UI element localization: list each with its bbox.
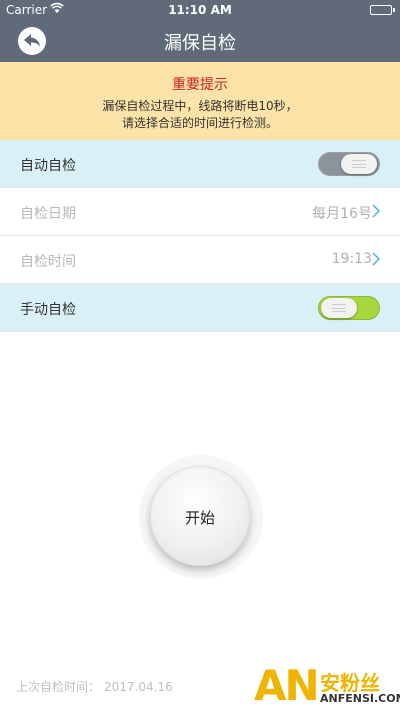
check-time-label: 自检时间 <box>20 254 76 270</box>
manual-check-row: 手动自检 <box>0 284 400 332</box>
check-date-label: 自检日期 <box>20 206 76 222</box>
page-title: 漏保自检 <box>164 33 236 54</box>
toggle-knob <box>341 154 377 174</box>
last-check-date: 2017.04.16 <box>104 680 173 694</box>
last-check-label: 上次自检时间： <box>16 680 101 694</box>
watermark-en: ANFENSI.COM <box>320 692 400 705</box>
check-time-value: 19:13 <box>331 251 372 267</box>
toggle-knob <box>321 298 357 318</box>
manual-check-toggle[interactable] <box>318 296 380 320</box>
start-button[interactable]: 开始 <box>150 466 250 566</box>
watermark-logo: AN 安粉丝 ANFENSI.COM <box>254 664 400 711</box>
status-bar: Carrier 11:10 AM <box>0 0 400 20</box>
notice-title: 重要提示 <box>172 77 228 93</box>
start-button-label: 开始 <box>184 509 215 527</box>
status-time: 11:10 AM <box>168 3 232 17</box>
notice-banner: 重要提示 漏保自检过程中，线路将断电10秒， 请选择合适的时间进行检测。 <box>0 62 400 140</box>
chevron-right-icon <box>372 204 380 218</box>
auto-check-label: 自动自检 <box>20 158 76 174</box>
notice-line-1: 漏保自检过程中，线路将断电10秒， <box>102 99 298 113</box>
check-date-value: 每月16号 <box>312 206 372 222</box>
chevron-right-icon <box>372 252 380 266</box>
check-time-row[interactable]: 自检时间 19:13 <box>0 236 400 284</box>
watermark-an: AN <box>254 661 320 710</box>
auto-check-toggle[interactable] <box>318 152 380 176</box>
auto-check-row: 自动自检 <box>0 140 400 188</box>
battery-icon <box>370 5 395 15</box>
notice-line-2: 请选择合适的时间进行检测。 <box>121 116 278 130</box>
nav-bar: 漏保自检 <box>0 20 400 62</box>
manual-check-label: 手动自检 <box>20 302 76 318</box>
check-date-row[interactable]: 自检日期 每月16号 <box>0 188 400 236</box>
last-check-info: 上次自检时间： 2017.04.16 <box>16 678 173 695</box>
